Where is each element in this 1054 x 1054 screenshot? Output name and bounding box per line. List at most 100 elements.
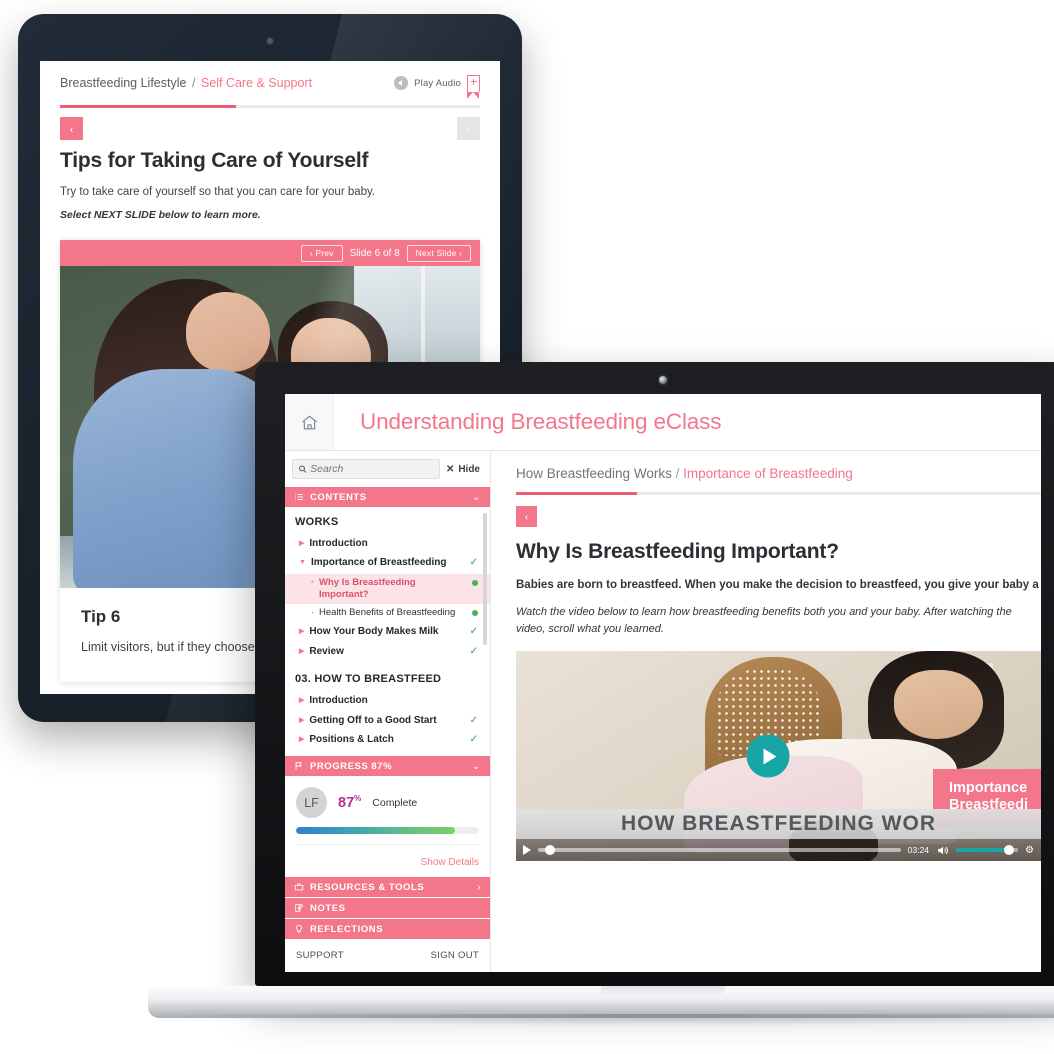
check-icon: ✓ (469, 626, 478, 638)
search-input[interactable] (310, 463, 434, 475)
toc-item[interactable]: ▶ Getting Off to a Good Start ✓ (285, 711, 490, 731)
toc-item-label: Positions & Latch (309, 734, 394, 746)
hide-sidebar-button[interactable]: ✕ Hide (446, 464, 483, 475)
volume-icon[interactable] (936, 844, 949, 857)
toc-subitem-active[interactable]: · Why Is Breastfeeding Important? (285, 573, 490, 605)
bullet-icon: · (311, 607, 314, 618)
tablet-camera-icon (267, 38, 273, 44)
play-audio-label: Play Audio (414, 77, 461, 89)
toc-item-label: Review (309, 645, 344, 657)
slide-counter: Slide 6 of 8 (349, 247, 400, 259)
back-button[interactable]: ‹ (516, 506, 537, 527)
toc-item[interactable]: ▶ Positions & Latch ✓ (285, 731, 490, 751)
home-button[interactable] (285, 394, 334, 450)
toc-item-label: Getting Off to a Good Start (309, 714, 437, 726)
toc-item[interactable]: ▼ Importance of Breastfeeding ✓ (285, 554, 490, 574)
lesson-progress-bar (516, 492, 1041, 495)
main-breadcrumb-row: How Breastfeeding Works / Importance of … (491, 451, 1041, 481)
triangle-right-icon: ▶ (299, 696, 305, 704)
reflections-bar[interactable]: REFLECTIONS (285, 918, 490, 939)
toc-scrollbar[interactable] (483, 513, 487, 645)
check-icon: ✓ (469, 557, 478, 569)
support-link[interactable]: SUPPORT (296, 950, 344, 961)
video-lower-third-text: HOW BREASTFEEDING WOR (621, 812, 936, 835)
breadcrumb-parent[interactable]: Breastfeeding Lifestyle (60, 76, 186, 90)
breadcrumb-separator: / (675, 466, 680, 481)
video-controls: 03:24 ⚙ (516, 839, 1041, 861)
sidebar-footer: SUPPORT SIGN OUT (285, 939, 490, 972)
check-icon: ✓ (469, 645, 478, 657)
progress-percent: 87% (338, 794, 361, 811)
video-scrubber-handle[interactable] (545, 845, 556, 855)
video-scrubber[interactable] (538, 845, 901, 855)
volume-slider[interactable] (956, 845, 1019, 855)
avatar[interactable]: LF (296, 787, 327, 818)
breadcrumb: Breastfeeding Lifestyle / Self Care & Su… (60, 76, 312, 90)
play-audio-control[interactable]: Play Audio (394, 74, 480, 99)
contents-header-bar[interactable]: CONTENTS ⌄ (285, 486, 490, 507)
next-page-button[interactable]: › (457, 117, 480, 140)
breadcrumb-parent[interactable]: How Breastfeeding Works (516, 466, 672, 481)
resources-tools-bar[interactable]: RESOURCES & TOOLS › (285, 876, 490, 897)
bookmark-add-icon[interactable] (466, 74, 480, 99)
reflections-label: REFLECTIONS (310, 923, 384, 935)
volume-slider-handle[interactable] (1004, 845, 1015, 855)
sidebar-search-row: ✕ Hide (285, 451, 490, 486)
toc-item[interactable]: ▶ Review ✓ (285, 642, 490, 662)
chevron-down-icon[interactable]: ⌄ (472, 761, 481, 772)
main-content: How Breastfeeding Works / Importance of … (491, 451, 1041, 972)
progress-status-label: Complete (372, 796, 418, 809)
toc-subitem[interactable]: · Health Benefits of Breastfeeding (285, 604, 490, 622)
list-icon (295, 494, 303, 500)
slide-toolbar: ‹ Prev Slide 6 of 8 Next Slide › (60, 240, 480, 266)
check-icon: ✓ (469, 734, 478, 746)
video-player[interactable]: Importance Breastfeedi HOW BREASTFEEDING… (516, 651, 1041, 861)
laptop-lid: Understanding Breastfeeding eClass ✕ (255, 362, 1054, 986)
notes-label: NOTES (310, 902, 346, 914)
check-icon: ✓ (469, 714, 478, 726)
settings-icon[interactable]: ⚙ (1025, 845, 1034, 856)
hide-label: Hide (458, 463, 480, 475)
laptop-base-shadow (148, 1014, 1054, 1026)
toc-item-label: Introduction (309, 694, 368, 706)
note-edit-icon (295, 903, 304, 912)
toc-subitem-label: Health Benefits of Breastfeeding (319, 607, 456, 619)
page-title: Tips for Taking Care of Yourself (60, 149, 369, 172)
slide-next-button[interactable]: Next Slide › (406, 244, 471, 262)
play-icon[interactable] (746, 734, 790, 778)
tablet-nav-row: ‹ › (40, 108, 500, 140)
progress-header-bar[interactable]: PROGRESS 87% ⌄ (285, 755, 490, 776)
progress-bar-label: PROGRESS 87% (310, 760, 393, 772)
lightbulb-icon (296, 924, 302, 934)
tablet-topbar: Breastfeeding Lifestyle / Self Care & Su… (40, 61, 500, 105)
toc-item[interactable]: ▶ Introduction (285, 691, 490, 711)
triangle-right-icon: ▶ (299, 736, 305, 744)
slide-prev-button[interactable]: ‹ Prev (300, 244, 343, 262)
page-intro-text: Try to take care of yourself so that you… (60, 186, 376, 198)
show-details-link[interactable]: Show Details (421, 857, 479, 868)
search-field[interactable] (292, 459, 440, 479)
chevron-right-icon[interactable]: › (477, 882, 481, 893)
resources-tools-label: RESOURCES & TOOLS (310, 881, 425, 893)
app-header: Understanding Breastfeeding eClass (285, 394, 1041, 451)
play-icon[interactable] (523, 845, 531, 855)
chevron-down-icon[interactable]: ⌄ (472, 492, 481, 503)
sidebar: ✕ Hide CONTENTS ⌄ WORKS (285, 451, 491, 972)
prev-page-button[interactable]: ‹ (60, 117, 83, 140)
progress-panel: LF 87% Complete Show Details (285, 776, 490, 876)
breadcrumb-current: Self Care & Support (200, 76, 313, 90)
flag-icon (295, 762, 302, 770)
notes-bar[interactable]: NOTES (285, 897, 490, 918)
toc-item[interactable]: ▶ Introduction (285, 534, 490, 554)
toc-item[interactable]: ▶ How Your Body Makes Milk ✓ (285, 623, 490, 643)
sign-out-link[interactable]: SIGN OUT (431, 950, 479, 961)
speaker-icon[interactable] (394, 76, 409, 90)
toc-group-label: 03. HOW TO BREASTFEED (295, 673, 442, 686)
triangle-right-icon: ▶ (299, 647, 305, 655)
search-icon (299, 465, 307, 473)
triangle-right-icon: ▶ (299, 539, 305, 547)
breadcrumb-current: Importance of Breastfeeding (683, 466, 853, 481)
toc-group-label: WORKS (295, 516, 339, 528)
progress-track (296, 827, 479, 834)
progress-details-row: Show Details (296, 844, 479, 870)
